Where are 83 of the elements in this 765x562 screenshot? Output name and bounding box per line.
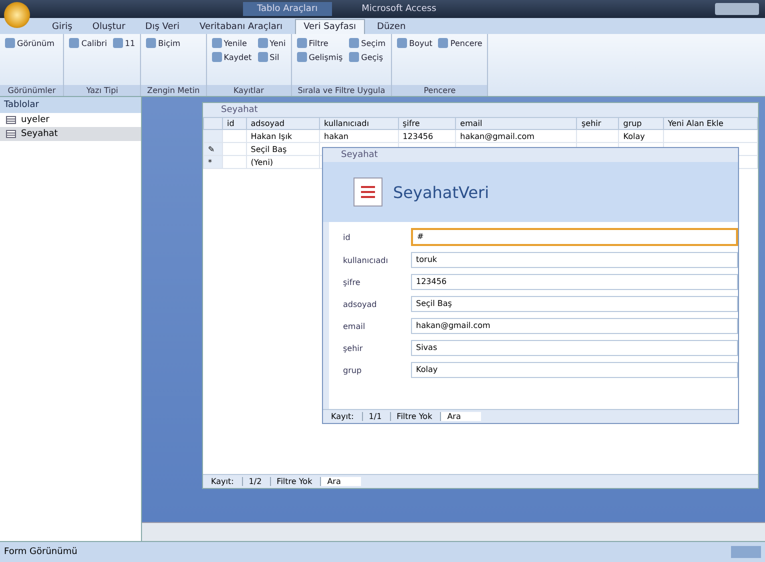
ribbon-button[interactable]: Sil <box>256 51 287 63</box>
table-cell: hakan <box>320 130 398 142</box>
field-label: adsoyad <box>343 300 378 308</box>
input-field[interactable]: 123456 <box>411 274 738 290</box>
column-header[interactable]: id <box>222 118 246 130</box>
record-label: Kayıt: <box>211 477 234 486</box>
pane-title: Tablolar <box>0 97 141 113</box>
ribbon-tab[interactable]: Düzen <box>369 19 414 34</box>
ribbon-button[interactable]: 11 <box>112 37 136 49</box>
input-field[interactable]: # <box>411 228 738 246</box>
view-buttons-icon[interactable] <box>731 546 761 558</box>
table-icon <box>6 115 16 125</box>
ribbon-tab[interactable]: Dış Veri <box>137 19 188 34</box>
search-field[interactable]: Ara <box>440 412 481 421</box>
column-header[interactable]: Yeni Alan Ekle <box>663 118 758 130</box>
row-selector[interactable]: ✎ <box>204 142 222 156</box>
window-controls-icon[interactable] <box>715 3 759 15</box>
ribbon-tab[interactable]: Veri Sayfası <box>294 19 366 34</box>
field-label: id <box>343 232 352 242</box>
ribbon-tab[interactable]: Giriş <box>44 19 80 34</box>
table-cell: Kolay <box>618 130 664 142</box>
ribbon-button[interactable]: Kaydet <box>210 51 253 63</box>
status-text: Form Görünümü <box>4 547 78 557</box>
input-field[interactable]: hakan@gmail.com <box>411 318 738 334</box>
column-header[interactable]: kullanıcıadı <box>320 118 398 130</box>
office-button[interactable] <box>4 2 30 28</box>
select-all-button[interactable] <box>204 118 222 130</box>
group-label: Sırala ve Filtre Uygula <box>292 85 392 96</box>
form-heading: SeyahatVeri <box>393 182 490 202</box>
input-field[interactable]: Kolay <box>411 362 738 378</box>
row-selector[interactable] <box>204 130 222 142</box>
record-label: Kayıt: <box>331 412 354 421</box>
context-title: Tablo Araçları <box>243 2 332 16</box>
ribbon-tab[interactable]: Veritabanı Araçları <box>191 19 291 34</box>
ribbon-tab[interactable]: Oluştur <box>84 19 134 34</box>
scroll-bar[interactable] <box>142 522 765 541</box>
column-header[interactable]: adsoyad <box>246 118 320 130</box>
input-field[interactable]: Sivas <box>411 340 738 356</box>
window-title: Seyahat <box>203 103 758 117</box>
group-label: Yazı Tipi <box>64 85 140 96</box>
ribbon-button[interactable]: Seçim <box>348 37 388 49</box>
ribbon-button[interactable]: Filtre <box>296 37 344 49</box>
record-position: 1/2 <box>242 477 262 486</box>
ribbon-button[interactable]: Yenile <box>210 37 253 49</box>
ribbon-button[interactable]: Geçiş <box>348 51 388 63</box>
window-title: Seyahat <box>323 148 738 162</box>
group-label: Pencere <box>392 85 488 96</box>
column-header[interactable]: şehir <box>576 118 619 130</box>
ribbon-button[interactable]: Yeni <box>256 37 287 49</box>
table-cell: hakan@gmail.com <box>456 130 577 142</box>
search-field[interactable]: Ara <box>320 477 361 486</box>
field-label: şehir <box>343 344 364 352</box>
ribbon-button[interactable]: Görünüm <box>4 37 56 49</box>
ribbon-button[interactable]: Pencere <box>437 37 484 49</box>
filter-status: Filtre Yok <box>390 412 432 421</box>
column-header[interactable]: grup <box>618 118 664 130</box>
filter-status: Filtre Yok <box>270 477 312 486</box>
input-field[interactable]: Seçil Baş <box>411 296 738 312</box>
input-field[interactable]: toruk <box>411 252 738 268</box>
field-label: email <box>343 322 366 330</box>
group-label: Zengin Metin <box>141 85 206 96</box>
table-cell: Hakan Işık <box>246 130 320 142</box>
field-label: kullanıcıadı <box>343 256 389 264</box>
ribbon-button[interactable]: Gelişmiş <box>296 51 344 63</box>
form-icon <box>353 177 383 207</box>
table-cell: 123456 <box>398 130 456 142</box>
field-label: şifre <box>343 278 362 286</box>
column-header[interactable]: şifre <box>398 118 456 130</box>
table-cell: Seçil Baş <box>246 142 320 156</box>
table-item[interactable]: Seyahat <box>0 127 141 141</box>
column-header[interactable]: email <box>456 118 577 130</box>
table-icon <box>6 129 16 139</box>
table-cell: (Yeni) <box>246 156 320 168</box>
record-position: 1/1 <box>362 412 382 421</box>
ribbon-button[interactable]: Biçim <box>145 37 190 49</box>
field-label: grup <box>343 366 363 374</box>
window-title: Microsoft Access <box>362 4 436 14</box>
table-item[interactable]: uyeler <box>0 113 141 127</box>
group-label: Kayıtlar <box>206 85 291 96</box>
row-selector[interactable]: * <box>204 156 222 168</box>
group-label: Görünümler <box>0 85 64 96</box>
ribbon-button[interactable]: Boyut <box>396 37 434 49</box>
ribbon-button[interactable]: Calibri <box>68 37 108 49</box>
